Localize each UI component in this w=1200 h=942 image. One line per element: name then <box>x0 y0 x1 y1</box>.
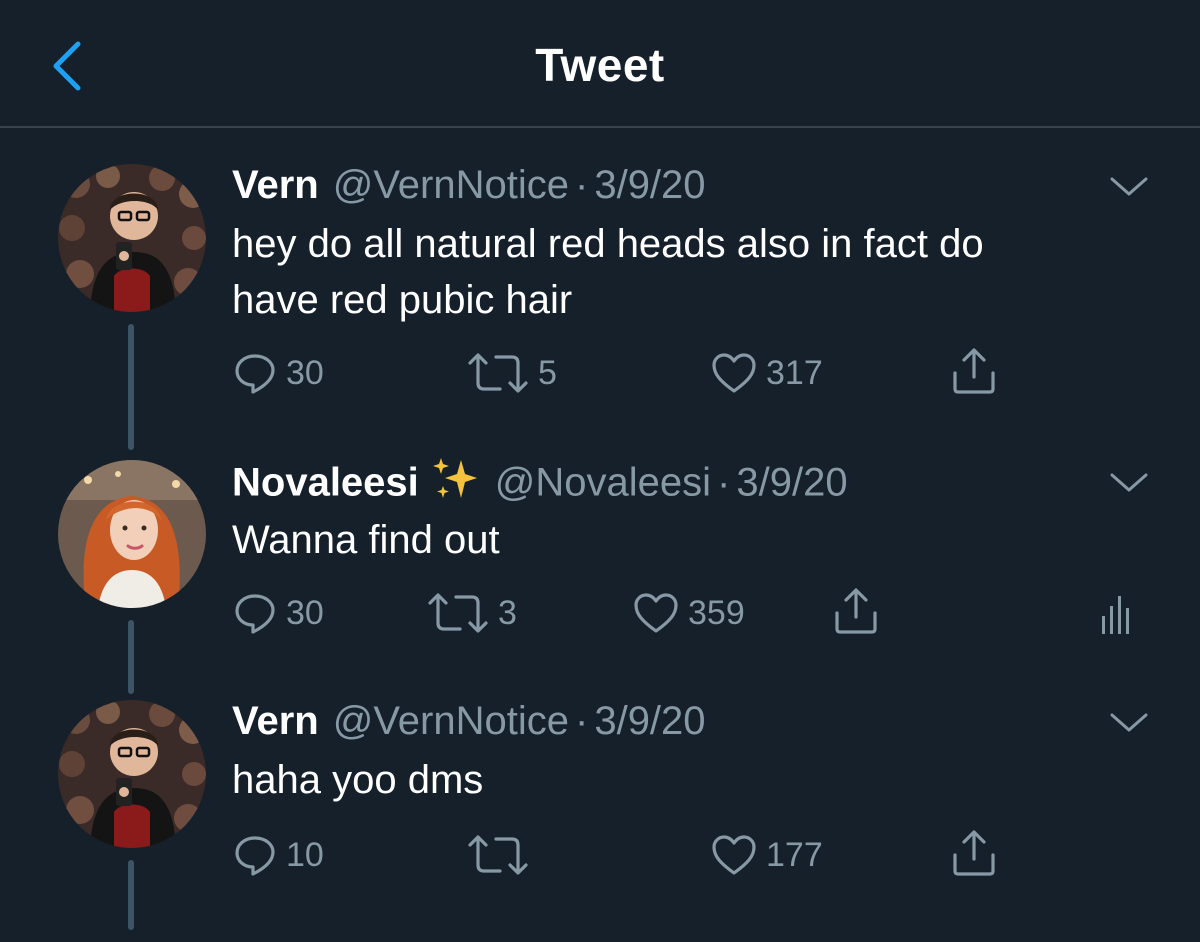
separator: · <box>717 460 731 505</box>
tweet-text: Wanna find out <box>232 512 1132 568</box>
tweet-text: haha yoo dms <box>232 752 1132 808</box>
heart-icon <box>632 591 680 635</box>
username[interactable]: @VernNotice <box>333 699 569 743</box>
page-title: Tweet <box>535 39 665 91</box>
username[interactable]: @Novaleesi <box>495 461 711 505</box>
tweet-meta: Vern @VernNotice · 3/9/20 <box>232 696 706 746</box>
retweet-icon <box>466 833 530 877</box>
separator: · <box>575 163 589 207</box>
tweet-meta: Vern @VernNotice · 3/9/20 <box>232 160 706 210</box>
analytics-button[interactable] <box>1100 590 1132 640</box>
reply-button[interactable]: 30 <box>232 348 324 398</box>
retweet-icon <box>426 591 490 635</box>
tweet-meta: Novaleesi @Novaleesi · 3/9/20 <box>232 456 848 506</box>
thread-line <box>128 860 134 930</box>
thread-line <box>128 324 134 450</box>
timestamp[interactable]: 3/9/20 <box>594 699 705 743</box>
share-button[interactable] <box>950 346 998 396</box>
retweet-button[interactable]: 3 <box>426 588 517 638</box>
timestamp[interactable]: 3/9/20 <box>736 461 847 505</box>
tweet[interactable]: Vern @VernNotice · 3/9/20 hey do all natura… <box>0 160 1200 450</box>
heart-icon <box>710 833 758 877</box>
tweet-text-line: haha yoo dms <box>232 758 484 802</box>
share-icon <box>832 587 880 635</box>
avatar[interactable] <box>58 460 206 608</box>
like-count: 177 <box>766 835 823 874</box>
display-name[interactable]: Vern <box>232 699 319 743</box>
separator: · <box>575 699 589 743</box>
tweet-text-line: Wanna find out <box>232 518 500 562</box>
reply-icon <box>232 833 278 877</box>
reply-icon <box>232 351 278 395</box>
like-button[interactable]: 359 <box>632 588 745 638</box>
retweet-button[interactable] <box>466 830 538 880</box>
tweet[interactable]: Vern @VernNotice · 3/9/20 haha yoo dms 10 1… <box>0 696 1200 942</box>
reply-count: 30 <box>286 353 324 392</box>
like-button[interactable]: 317 <box>710 348 823 398</box>
share-icon <box>950 829 998 877</box>
heart-icon <box>710 351 758 395</box>
chevron-down-icon[interactable] <box>1108 710 1150 736</box>
retweet-count: 5 <box>538 353 557 392</box>
share-button[interactable] <box>832 586 880 636</box>
retweet-count: 3 <box>498 593 517 632</box>
username[interactable]: @VernNotice <box>333 163 569 207</box>
reply-count: 10 <box>286 835 324 874</box>
like-count: 359 <box>688 593 745 632</box>
like-count: 317 <box>766 353 823 392</box>
avatar[interactable] <box>58 164 206 312</box>
tweet-text-line: have red pubic hair <box>232 278 573 322</box>
retweet-button[interactable]: 5 <box>466 348 557 398</box>
like-button[interactable]: 177 <box>710 830 823 880</box>
analytics-icon <box>1102 596 1129 634</box>
tweet-text: hey do all natural red heads also in fac… <box>232 216 1132 328</box>
share-icon <box>950 347 998 395</box>
tweet[interactable]: Novaleesi @Novaleesi · 3/9/20 Wanna find o… <box>0 456 1200 694</box>
timestamp[interactable]: 3/9/20 <box>594 163 705 207</box>
reply-icon <box>232 591 278 635</box>
display-name[interactable]: Vern <box>232 163 319 207</box>
thread-line <box>128 620 134 694</box>
chevron-down-icon[interactable] <box>1108 470 1150 496</box>
share-button[interactable] <box>950 828 998 878</box>
reply-button[interactable]: 30 <box>232 588 324 638</box>
reply-button[interactable]: 10 <box>232 830 324 880</box>
chevron-down-icon[interactable] <box>1108 174 1150 200</box>
reply-count: 30 <box>286 593 324 632</box>
display-name[interactable]: Novaleesi <box>232 461 419 505</box>
top-bar: Tweet <box>0 0 1200 128</box>
avatar[interactable] <box>58 700 206 848</box>
sparkles-icon <box>431 456 481 514</box>
retweet-icon <box>466 351 530 395</box>
tweet-text-line: hey do all natural red heads also in fac… <box>232 222 984 266</box>
